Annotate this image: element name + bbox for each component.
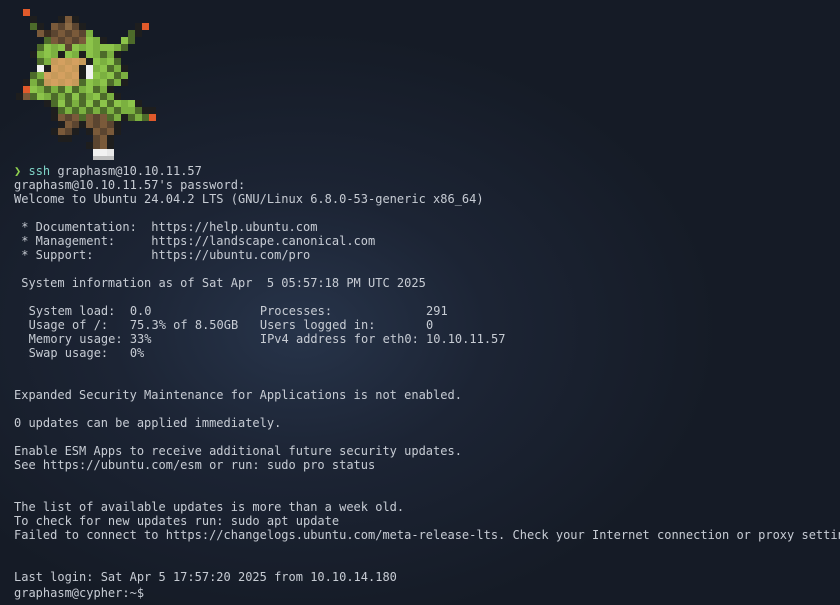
terminal-cursor[interactable] [144, 584, 151, 597]
doc-link-line: * Documentation: https://help.ubuntu.com [14, 220, 317, 234]
shell-prompt: graphasm@cypher:~$ [14, 586, 145, 600]
command-name: ssh [28, 164, 51, 178]
esm-see-line: See https://ubuntu.com/esm or run: sudo … [14, 458, 376, 472]
list-old-line: The list of available updates is more th… [14, 500, 405, 514]
password-prompt: graphasm@10.10.11.57's password: [14, 178, 246, 192]
sysinfo-header: System information as of Sat Apr 5 05:57… [14, 276, 426, 290]
support-link-label: * Support: [14, 248, 152, 262]
command-line: ❯ ssh graphasm@10.10.11.57 [14, 164, 202, 178]
support-link-line: * Support: https://ubuntu.com/pro [14, 248, 310, 262]
welcome-line: Welcome to Ubuntu 24.04.2 LTS (GNU/Linux… [14, 192, 484, 206]
command-args: graphasm@10.10.11.57 [57, 164, 202, 178]
management-link-line: * Management: https://landscape.canonica… [14, 234, 375, 248]
doc-link-url[interactable]: https://help.ubuntu.com [151, 220, 317, 234]
support-link-url[interactable]: https://ubuntu.com/pro [151, 248, 310, 262]
terminal-window[interactable]: ❯ ssh graphasm@10.10.11.57 graphasm@10.1… [0, 0, 840, 605]
updates-notice: 0 updates can be applied immediately. [14, 416, 282, 430]
chespin-pixel-art-icon [16, 9, 156, 160]
shell-prompt-line[interactable]: graphasm@cypher:~$ [14, 584, 151, 600]
sysinfo-row: Usage of /: 75.3% of 8.50GB Users logged… [7, 318, 434, 332]
prompt-arrow-icon: ❯ [14, 164, 22, 178]
last-login-line: Last login: Sat Apr 5 17:57:20 2025 from… [14, 570, 397, 584]
esm-notice: Expanded Security Maintenance for Applic… [14, 388, 462, 402]
failed-connect-line: Failed to connect to https://changelogs.… [14, 528, 840, 542]
sysinfo-row: Swap usage: 0% [7, 346, 145, 360]
management-link-url[interactable]: https://landscape.canonical.com [151, 234, 375, 248]
management-link-label: * Management: [14, 234, 152, 248]
doc-link-label: * Documentation: [14, 220, 152, 234]
sysinfo-row: System load: 0.0 Processes: 291 [7, 304, 448, 318]
sysinfo-row: Memory usage: 33% IPv4 address for eth0:… [7, 332, 506, 346]
esm-enable-line: Enable ESM Apps to receive additional fu… [14, 444, 462, 458]
check-updates-line: To check for new updates run: sudo apt u… [14, 514, 340, 528]
